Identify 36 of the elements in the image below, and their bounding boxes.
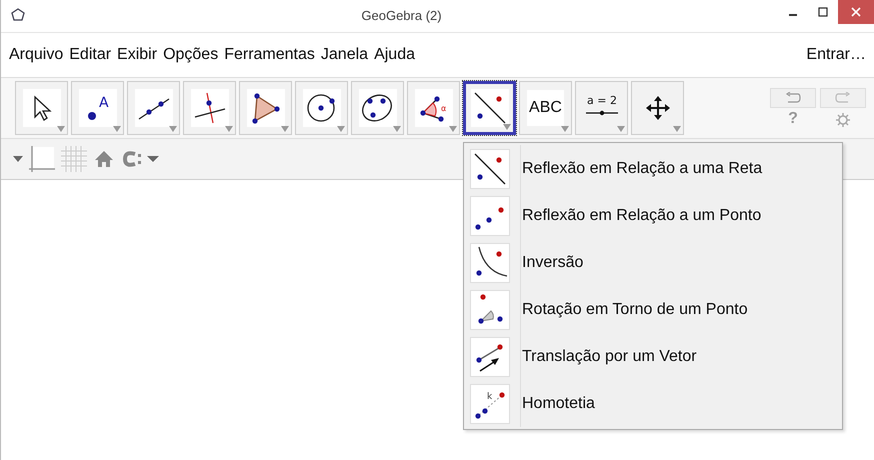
point-icon: A	[78, 89, 116, 127]
tool-menu-item[interactable]: Translação por um Vetor	[464, 333, 842, 380]
sign-in-link[interactable]: Entrar…	[806, 46, 866, 64]
minimize-icon	[789, 14, 797, 16]
maximize-icon	[818, 7, 828, 17]
menu-item[interactable]: Ajuda	[374, 46, 415, 64]
app-logo-icon	[11, 8, 25, 22]
tool-button[interactable]: a = 2	[575, 81, 628, 135]
close-button[interactable]	[838, 0, 874, 24]
close-icon	[851, 7, 861, 17]
menu-item[interactable]: Exibir	[117, 46, 158, 64]
tool-menu-item[interactable]: Reflexão em Relação a um Ponto	[464, 192, 842, 239]
menu-item[interactable]: Janela	[320, 46, 368, 64]
tool-button[interactable]: α	[407, 81, 460, 135]
tool-button[interactable]: ABC	[519, 81, 572, 135]
tool-menu-item[interactable]: Inversão	[464, 239, 842, 286]
collapse-triangle-icon[interactable]	[13, 156, 23, 162]
menu-item[interactable]: Ferramentas	[224, 46, 315, 64]
arrow-cursor-icon	[22, 89, 60, 127]
angle-icon: α	[414, 89, 452, 127]
tool-menu-item[interactable]: Rotação em Torno de um Ponto	[464, 286, 842, 333]
menu-item[interactable]: Editar	[69, 46, 112, 64]
style-dropdown-icon[interactable]	[121, 148, 161, 170]
home-icon[interactable]	[93, 148, 115, 170]
tool-menu-item[interactable]: k Homotetia	[464, 380, 842, 427]
window-title: GeoGebra (2)	[360, 7, 443, 23]
redo-icon	[835, 92, 851, 104]
move-arrows-icon	[644, 95, 670, 121]
text-tool-label: ABC	[527, 90, 564, 126]
axes-icon[interactable]	[29, 146, 55, 172]
tool-button[interactable]: A	[71, 81, 124, 135]
menu-item[interactable]: Opções	[163, 46, 218, 64]
menu-item[interactable]: Arquivo	[9, 46, 64, 64]
undo-icon	[785, 92, 801, 104]
tool-button[interactable]	[463, 81, 516, 135]
tool-menu-item[interactable]: Reflexão em Relação a uma Reta	[464, 145, 842, 192]
